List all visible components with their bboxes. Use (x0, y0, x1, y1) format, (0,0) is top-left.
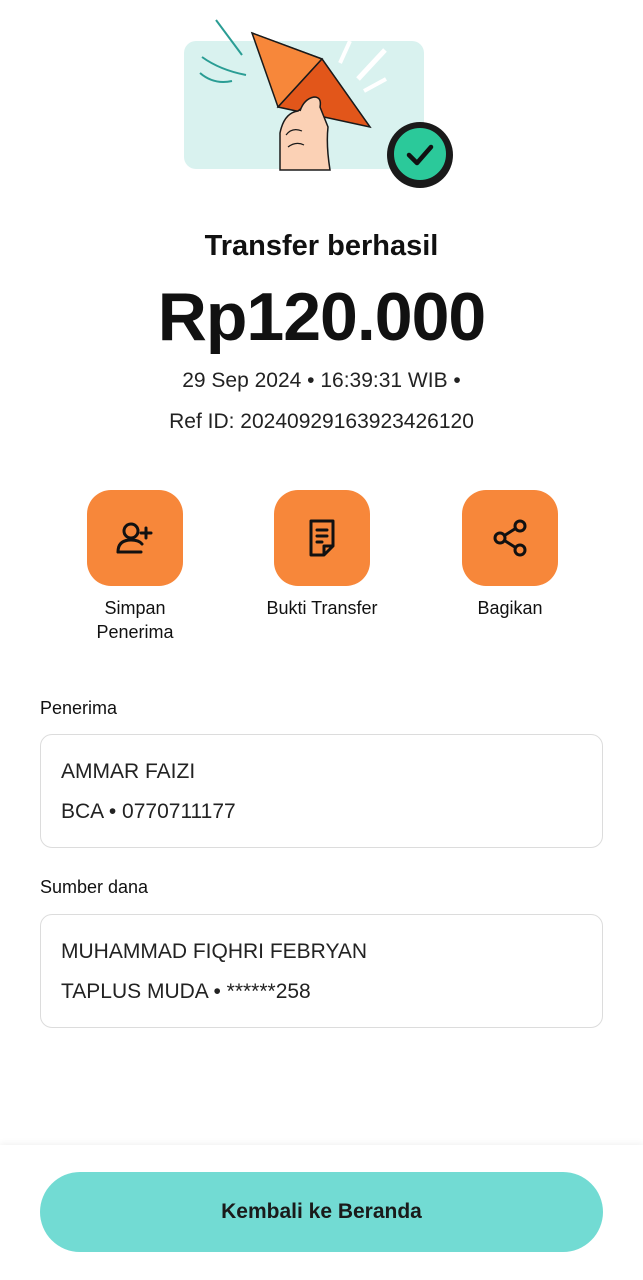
share-action[interactable]: Bagikan (435, 490, 585, 620)
transfer-amount: Rp120.000 (157, 279, 486, 355)
share-label: Bagikan (477, 598, 543, 618)
save-recipient-button[interactable] (87, 490, 183, 586)
transfer-receipt-action[interactable]: Bukti Transfer (247, 490, 397, 620)
success-illustration (180, 15, 470, 195)
add-person-icon (116, 522, 153, 554)
save-recipient-label: Simpan Penerima (96, 598, 174, 642)
transfer-success-screen: Transfer berhasil Rp120.000 29 Sep 2024 … (0, 0, 643, 1280)
recipient-name: AMMAR FAIZI (61, 760, 196, 783)
transfer-receipt-button[interactable] (274, 490, 370, 586)
recipient-card: AMMAR FAIZI BCA • 0770711177 (40, 734, 603, 848)
transfer-receipt-label: Bukti Transfer (266, 598, 378, 618)
receipt-icon (309, 519, 335, 557)
success-check-badge (387, 122, 453, 188)
reference-id: Ref ID: 20240929163923426120 (169, 410, 474, 433)
share-button[interactable] (462, 490, 558, 586)
share-icon (493, 519, 527, 557)
save-recipient-action[interactable]: Simpan Penerima (60, 490, 210, 644)
status-title: Transfer berhasil (204, 230, 439, 262)
recipient-account: BCA • 0770711177 (61, 800, 236, 823)
transfer-datetime: 29 Sep 2024 • 16:39:31 WIB • (182, 369, 461, 392)
source-section-label: Sumber dana (40, 877, 149, 897)
footer-bar: Kembali ke Beranda (0, 1145, 643, 1280)
source-name: MUHAMMAD FIQHRI FEBRYAN (61, 940, 368, 963)
recipient-section-label: Penerima (40, 698, 118, 718)
checkmark-icon (406, 144, 434, 166)
source-account: TAPLUS MUDA • ******258 (61, 980, 311, 1003)
back-to-home-button[interactable]: Kembali ke Beranda (40, 1172, 603, 1252)
source-card: MUHAMMAD FIQHRI FEBRYAN TAPLUS MUDA • **… (40, 914, 603, 1028)
